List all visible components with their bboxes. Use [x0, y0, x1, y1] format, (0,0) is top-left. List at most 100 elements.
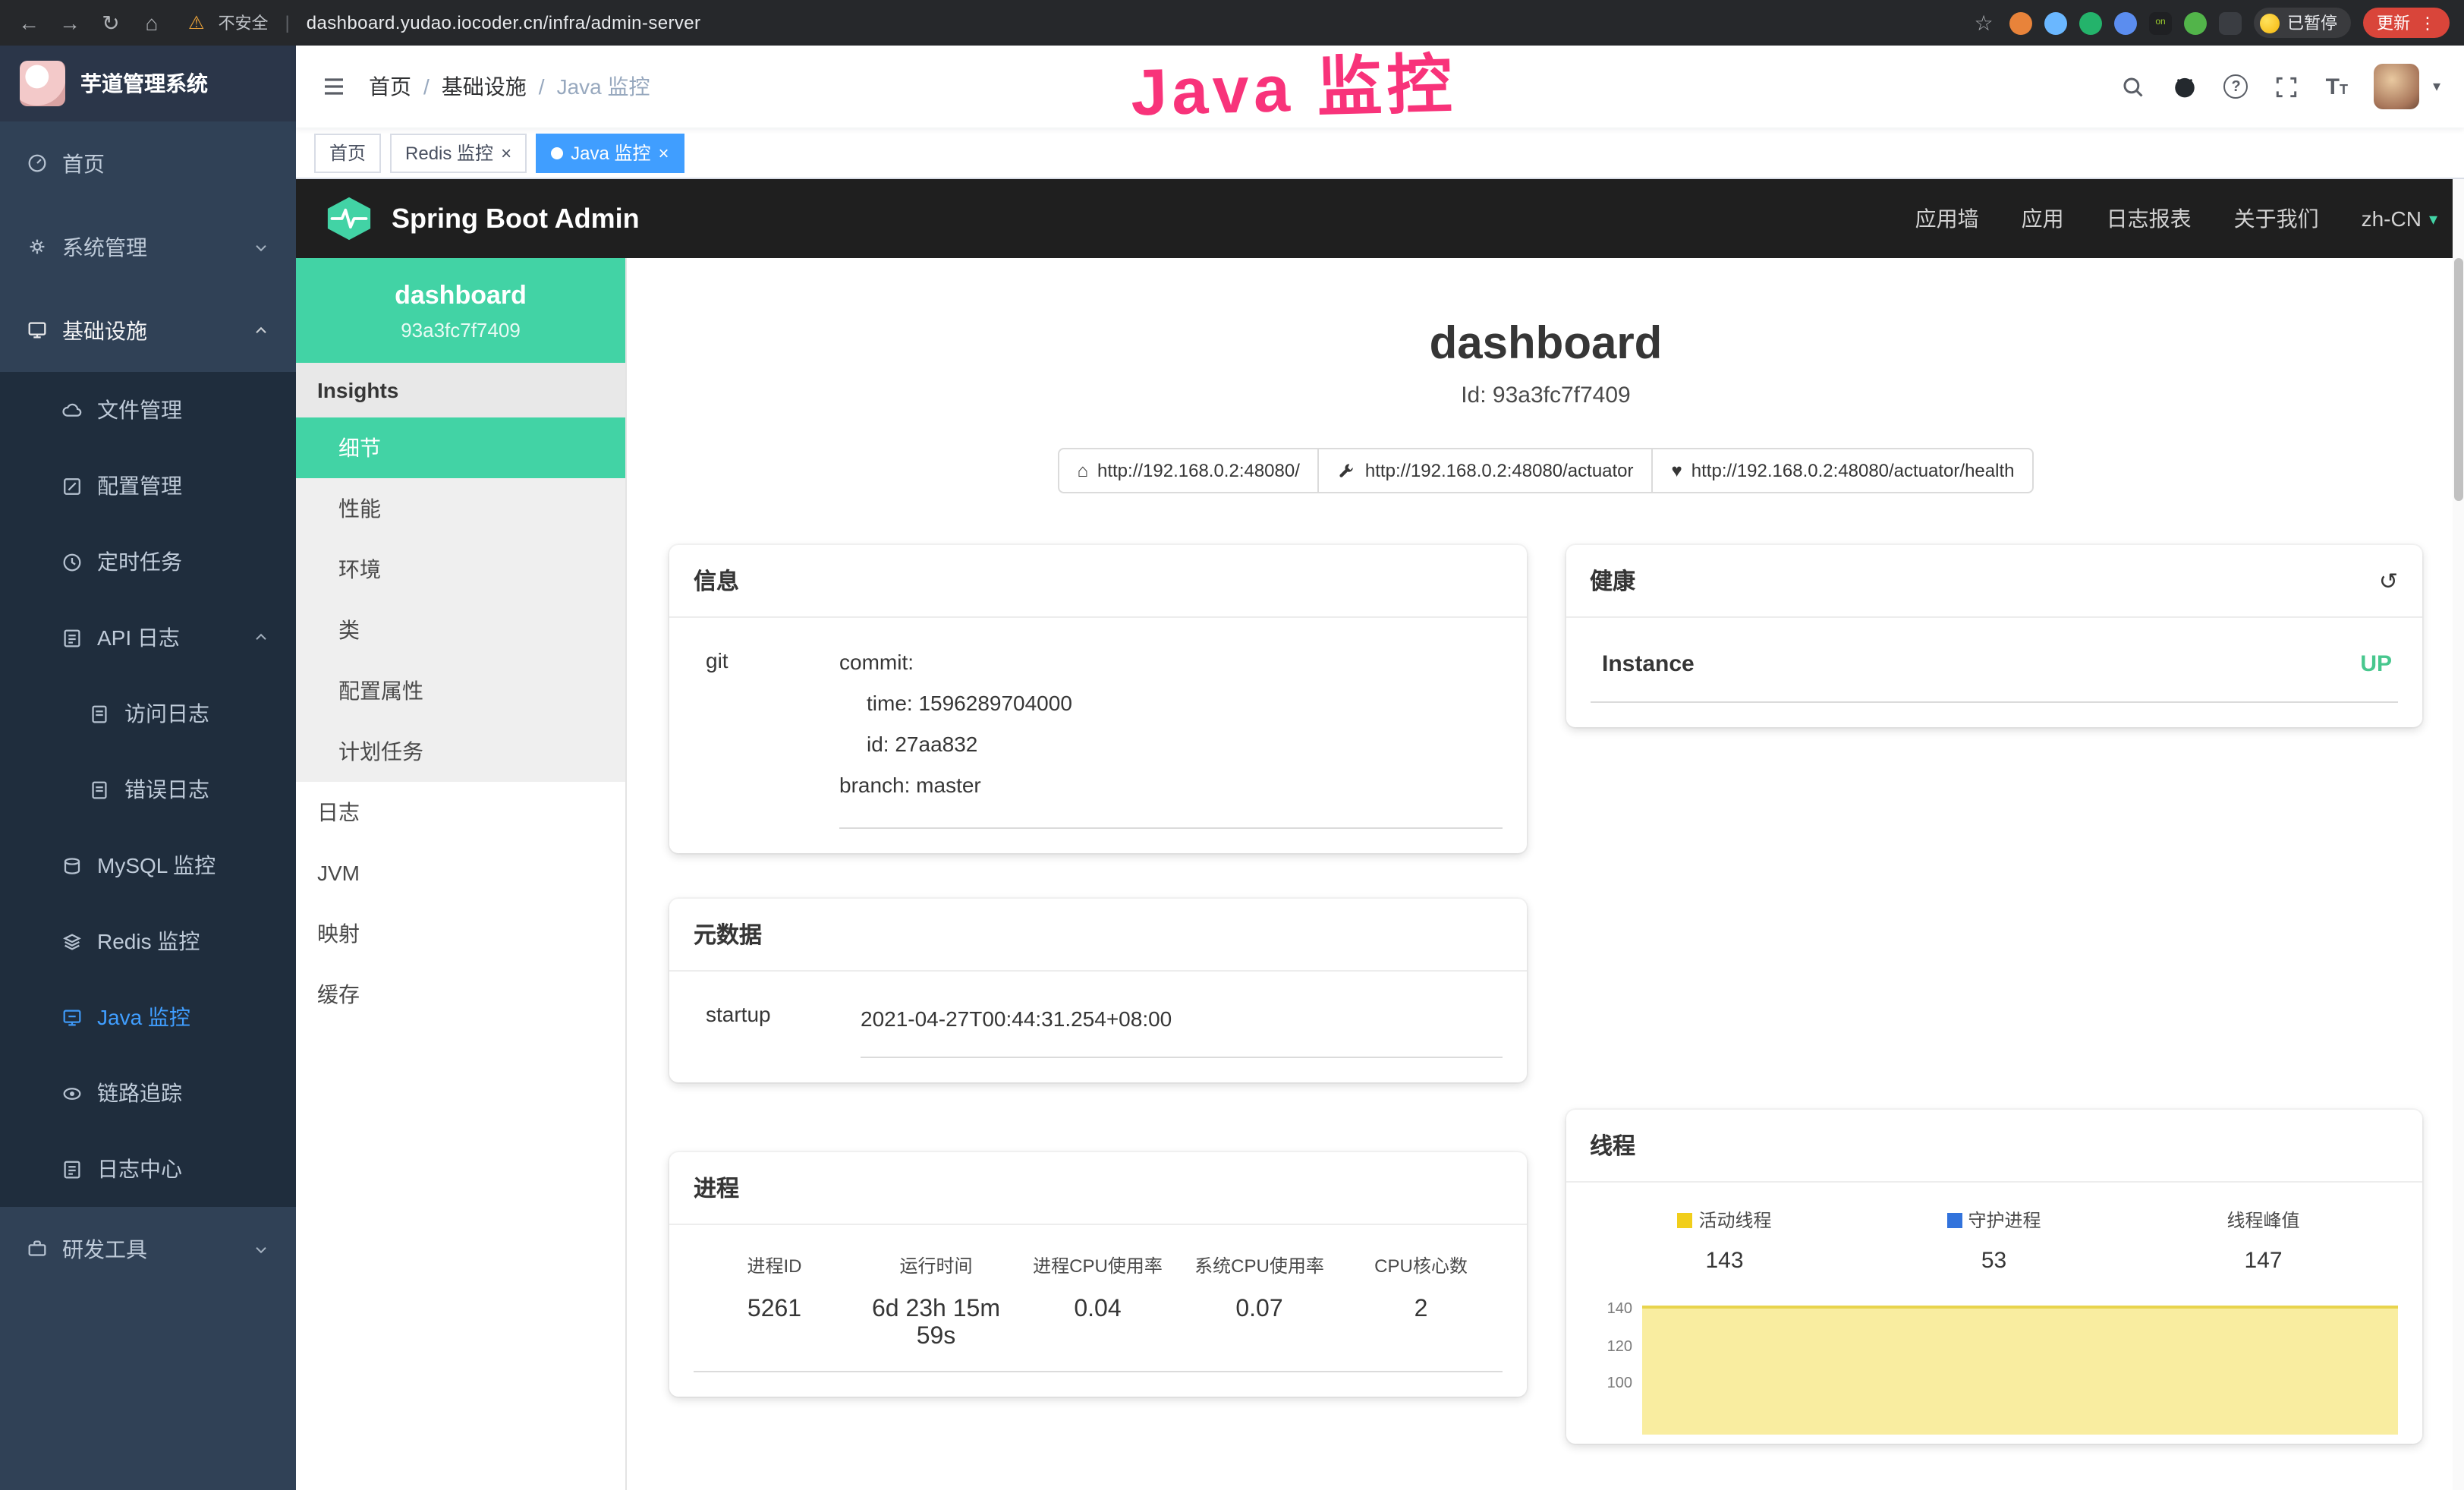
sidebar-item-label: API 日志	[97, 622, 180, 653]
address-url[interactable]: dashboard.yudao.iocoder.cn/infra/admin-s…	[307, 12, 701, 33]
sba-nav-wallboard[interactable]: 应用墙	[1915, 203, 1979, 234]
sba-item-metrics[interactable]: 性能	[296, 478, 625, 539]
process-card-title: 进程	[694, 1172, 739, 1204]
service-url-label: http://192.168.0.2:48080/	[1097, 460, 1300, 481]
service-url-button[interactable]: ⌂ http://192.168.0.2:48080/	[1058, 448, 1320, 493]
health-card: 健康 ↺ Instance UP	[1566, 545, 2422, 727]
reload-icon[interactable]: ↻	[97, 10, 124, 36]
caret-down-icon: ▾	[2429, 209, 2437, 228]
extension-icon-on[interactable]: on	[2149, 11, 2172, 34]
update-button[interactable]: 更新 ⋮	[2363, 8, 2450, 38]
font-size-icon[interactable]: TT	[2326, 74, 2348, 99]
info-card: 信息 git commit: time: 1596289704000 id: 2…	[669, 545, 1526, 853]
process-col-label: 运行时间	[855, 1252, 1017, 1278]
extension-icon-2[interactable]	[2044, 11, 2067, 34]
health-instance-row[interactable]: Instance UP	[1590, 639, 2398, 703]
metadata-key: startup	[694, 993, 861, 1058]
sidebar-item-error-logs[interactable]: 错误日志	[0, 751, 296, 827]
breadcrumb-section[interactable]: 基础设施	[442, 71, 527, 102]
page-scrollbar[interactable]	[2453, 46, 2464, 1490]
gear-icon	[26, 235, 49, 258]
heart-icon: ♥	[1672, 460, 1682, 481]
bookmark-star-icon[interactable]: ☆	[1970, 10, 1997, 36]
sidebar-item-redis-monitor[interactable]: Redis 监控	[0, 903, 296, 979]
fullscreen-icon[interactable]	[2274, 74, 2300, 99]
sidebar-item-system-management[interactable]: 系统管理	[0, 205, 296, 288]
sidebar-item-home[interactable]: 首页	[0, 121, 296, 205]
locale-selector[interactable]: zh-CN ▾	[2362, 206, 2437, 231]
breadcrumb-separator: /	[539, 74, 545, 99]
breadcrumb-home[interactable]: 首页	[369, 71, 411, 102]
sidebar-item-scheduled-tasks[interactable]: 定时任务	[0, 524, 296, 600]
tab-java-monitor[interactable]: Java 监控 ×	[536, 133, 684, 172]
sba-item-mappings[interactable]: 映射	[296, 903, 625, 964]
browser-menu-icon: ⋮	[2419, 13, 2436, 33]
info-card-title: 信息	[694, 565, 739, 597]
app-menu: 首页 系统管理 基础设施 文件管理	[0, 121, 296, 1290]
tab-redis-monitor[interactable]: Redis 监控 ×	[390, 133, 527, 172]
scrollbar-thumb[interactable]	[2454, 258, 2463, 501]
chevron-up-icon	[252, 628, 270, 647]
sidebar-item-file-management[interactable]: 文件管理	[0, 372, 296, 448]
url-divider: |	[285, 12, 290, 33]
back-icon[interactable]: ←	[15, 11, 42, 35]
spring-boot-admin-logo[interactable]	[323, 196, 375, 241]
sba-nav-applications[interactable]: 应用	[2022, 203, 2064, 234]
app-logo[interactable]: 芋道管理系统	[0, 46, 296, 121]
sba-nav-about[interactable]: 关于我们	[2234, 203, 2319, 234]
tab-label: 首页	[329, 140, 366, 165]
metadata-row-startup: startup 2021-04-27T00:44:31.254+08:00	[694, 993, 1502, 1058]
java-monitor-icon	[61, 1006, 83, 1029]
extension-icon-1[interactable]	[2009, 11, 2032, 34]
extension-icon-3[interactable]	[2079, 11, 2102, 34]
sidebar-item-log-center[interactable]: 日志中心	[0, 1131, 296, 1207]
sba-section-insights[interactable]: Insights	[296, 363, 625, 417]
actuator-url-button[interactable]: http://192.168.0.2:48080/actuator	[1318, 448, 1654, 493]
sidebar-item-java-monitor[interactable]: Java 监控	[0, 979, 296, 1055]
help-icon[interactable]: ?	[2224, 74, 2248, 99]
app-navbar: 首页 / 基础设施 / Java 监控 Java 监控 ? TT ▾	[296, 46, 2464, 128]
sidebar-item-link-tracing[interactable]: 链路追踪	[0, 1055, 296, 1131]
sidebar-item-infrastructure[interactable]: 基础设施	[0, 288, 296, 372]
extension-puzzle-icon[interactable]	[2219, 11, 2242, 34]
dashboard-icon	[26, 152, 49, 175]
redis-icon	[61, 930, 83, 953]
sba-nav-journal[interactable]: 日志报表	[2107, 203, 2192, 234]
sidebar-item-access-logs[interactable]: 访问日志	[0, 676, 296, 751]
tab-home[interactable]: 首页	[314, 133, 381, 172]
sba-item-jvm[interactable]: JVM	[296, 843, 625, 903]
caret-down-icon[interactable]: ▾	[2433, 78, 2440, 95]
actuator-url-label: http://192.168.0.2:48080/actuator	[1365, 460, 1634, 481]
user-avatar[interactable]	[2374, 64, 2419, 109]
paused-badge[interactable]: 已暂停	[2254, 8, 2351, 38]
info-value: commit: time: 1596289704000 id: 27aa832 …	[839, 639, 1502, 829]
forward-icon[interactable]: →	[56, 11, 83, 35]
sba-instance-header[interactable]: dashboard 93a3fc7f7409	[296, 258, 625, 363]
sba-item-config-properties[interactable]: 配置属性	[296, 660, 625, 721]
sba-item-details[interactable]: 细节	[296, 417, 625, 478]
extension-icon-6[interactable]	[2184, 11, 2207, 34]
close-icon[interactable]: ×	[658, 143, 669, 162]
sba-item-environment[interactable]: 环境	[296, 539, 625, 600]
process-card: 进程 进程ID 运行时间 进程CPU使用率 系统CPU使用率 CPU核心数	[669, 1152, 1526, 1397]
process-col-value: 6d 23h 15m 59s	[855, 1296, 1017, 1351]
sidebar-item-api-logs[interactable]: API 日志	[0, 600, 296, 676]
github-icon[interactable]	[2173, 74, 2198, 99]
health-url-button[interactable]: ♥ http://192.168.0.2:48080/actuator/heal…	[1652, 448, 2034, 493]
search-icon[interactable]	[2121, 74, 2147, 99]
sba-item-caches[interactable]: 缓存	[296, 964, 625, 1025]
sba-item-loggers[interactable]: 日志	[296, 782, 625, 843]
extension-icon-4[interactable]	[2114, 11, 2137, 34]
security-label[interactable]: 不安全	[219, 11, 269, 35]
close-icon[interactable]: ×	[501, 143, 511, 162]
sba-brand[interactable]: Spring Boot Admin	[392, 203, 640, 235]
sidebar-item-config-management[interactable]: 配置管理	[0, 448, 296, 524]
hamburger-icon[interactable]	[320, 74, 348, 99]
sidebar-item-mysql-monitor[interactable]: MySQL 监控	[0, 827, 296, 903]
sba-item-classes[interactable]: 类	[296, 600, 625, 660]
sidebar-item-dev-tools[interactable]: 研发工具	[0, 1207, 296, 1290]
sidebar-item-label: 基础设施	[62, 315, 147, 345]
browser-home-icon[interactable]: ⌂	[138, 11, 165, 35]
sba-item-scheduled-tasks[interactable]: 计划任务	[296, 721, 625, 782]
history-icon[interactable]: ↺	[2379, 567, 2398, 594]
